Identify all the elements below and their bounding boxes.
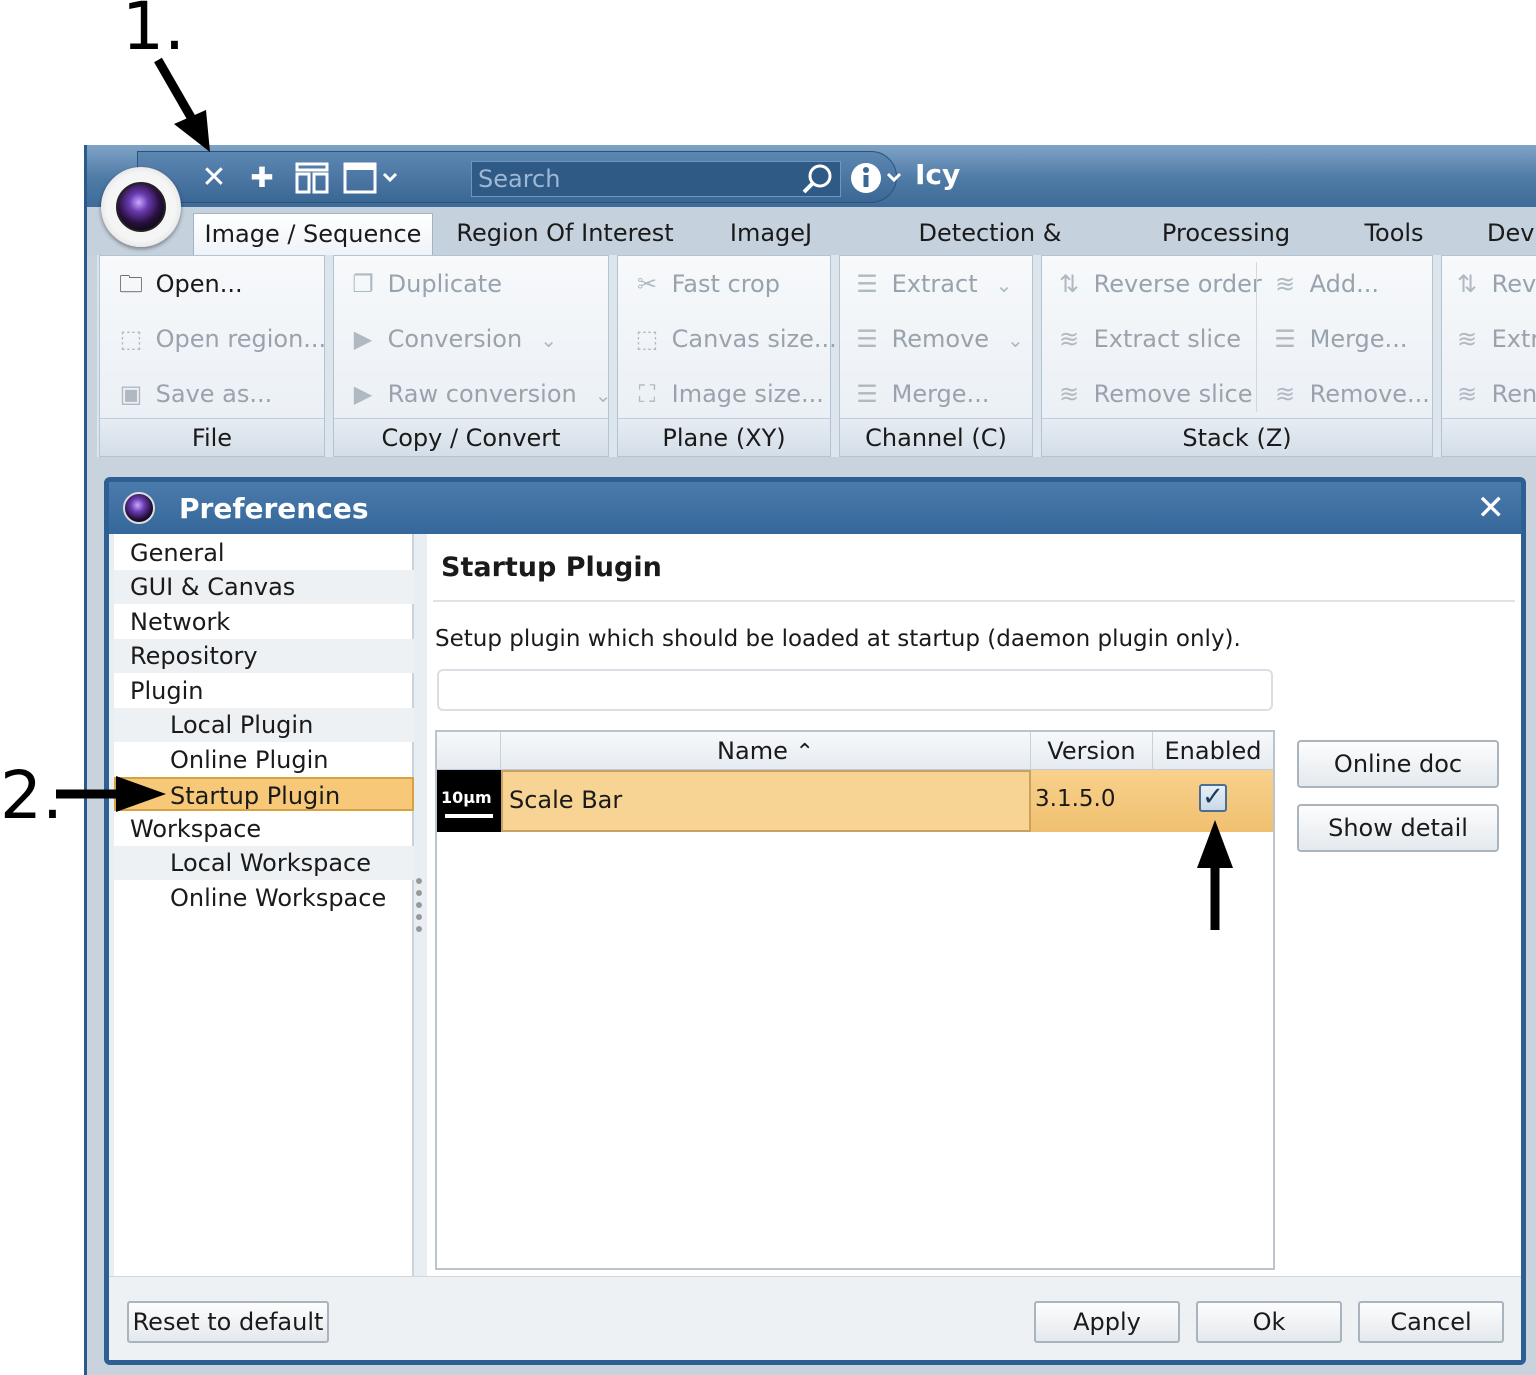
annotation-arrows <box>56 57 1233 930</box>
app-logo[interactable] <box>101 167 181 247</box>
arrow-2 <box>56 776 166 812</box>
arrow-3 <box>1197 820 1233 930</box>
eye-logo-icon <box>116 182 166 232</box>
arrow-1 <box>154 57 210 152</box>
